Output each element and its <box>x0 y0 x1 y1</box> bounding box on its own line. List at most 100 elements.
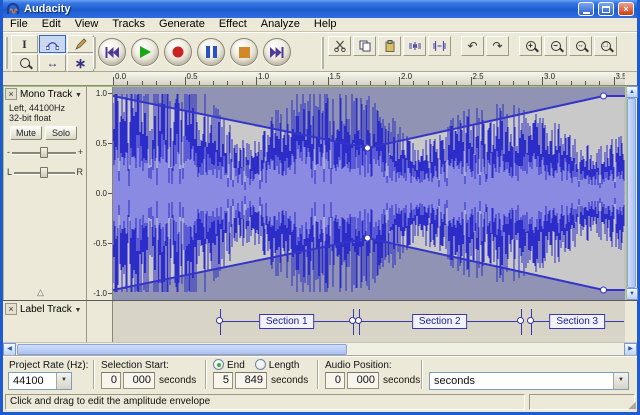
vertical-scroll-thumb[interactable] <box>627 98 636 288</box>
record-button[interactable] <box>164 38 192 66</box>
zoom-out-button[interactable]: − <box>544 36 567 56</box>
label-track-area[interactable]: Section 1 Section 2 Section 3 <box>113 301 625 342</box>
waveform-display[interactable] <box>113 86 625 300</box>
draw-tool-button[interactable] <box>67 35 94 53</box>
undo-button[interactable]: ↶ <box>461 36 484 56</box>
vertical-scrollbar[interactable]: ▲ ▼ <box>625 86 637 300</box>
length-radio[interactable]: Length <box>255 359 300 371</box>
resize-grip-icon[interactable]: ◢ <box>628 401 636 411</box>
menu-effect[interactable]: Effect <box>212 18 254 31</box>
menu-file[interactable]: File <box>3 18 35 31</box>
tools-toolbar-gripper[interactable] <box>5 37 8 69</box>
track-collapse-icon[interactable]: △ <box>37 287 44 298</box>
redo-button[interactable]: ↷ <box>486 36 509 56</box>
fit-project-icon: □ <box>601 41 611 51</box>
fit-selection-button[interactable]: ↔ <box>569 36 592 56</box>
copy-icon <box>359 40 371 52</box>
chevron-down-icon: ▼ <box>75 92 82 99</box>
paste-button[interactable] <box>378 36 401 56</box>
menu-analyze[interactable]: Analyze <box>254 18 307 31</box>
timeline-tick <box>285 81 286 85</box>
pan-slider[interactable] <box>14 167 74 178</box>
minimize-icon[interactable] <box>578 2 594 16</box>
label-track-ruler-gap <box>87 301 113 343</box>
track-format-info: 32-bit float <box>9 113 51 123</box>
end-radio-icon[interactable] <box>213 359 224 370</box>
amplitude-label: -0.5 <box>93 239 107 248</box>
label-track-close-button[interactable]: × <box>5 303 17 315</box>
pan-slider-thumb[interactable] <box>40 167 48 178</box>
menu-edit[interactable]: Edit <box>35 18 68 31</box>
label-handle[interactable] <box>355 317 362 324</box>
track-title-menu[interactable]: Mono Track ▼ <box>20 89 82 100</box>
label-handle[interactable] <box>216 317 223 324</box>
combo-arrow-icon[interactable]: ▼ <box>56 373 71 389</box>
solo-button[interactable]: Solo <box>45 126 77 140</box>
combo-arrow-icon[interactable]: ▼ <box>613 373 628 389</box>
fit-project-button[interactable]: □ <box>594 36 617 56</box>
selection-tool-button[interactable]: I <box>11 35 38 53</box>
stop-button[interactable] <box>230 38 258 66</box>
pause-button[interactable] <box>197 38 225 66</box>
close-icon[interactable]: × <box>618 2 634 16</box>
timeline-label: 0.0 <box>115 72 126 81</box>
timeline-tick <box>199 81 200 85</box>
skip-to-end-button[interactable] <box>263 38 291 66</box>
label-handle[interactable] <box>527 317 534 324</box>
edit-toolbar-gripper[interactable] <box>321 37 324 69</box>
timeline-tick <box>528 81 529 85</box>
menu-view[interactable]: View <box>68 18 106 31</box>
transport-toolbar-gripper[interactable] <box>93 37 96 69</box>
scroll-right-icon[interactable]: ▶ <box>624 343 637 356</box>
label[interactable]: Section 1 <box>259 314 315 329</box>
audio-position-ms-field[interactable]: 000 <box>347 372 379 389</box>
timeline-label: 3.0 <box>544 72 555 81</box>
maximize-icon[interactable] <box>598 2 614 16</box>
skip-to-start-button[interactable] <box>98 38 126 66</box>
project-rate-combo[interactable]: 44100 ▼ <box>8 372 72 390</box>
audio-position-sec-field[interactable]: 0 <box>325 372 345 389</box>
envelope-tool-button[interactable] <box>39 35 66 53</box>
horizontal-scrollbar[interactable]: ◀ ▶ <box>3 342 637 356</box>
copy-button[interactable] <box>353 36 376 56</box>
timeline-ruler[interactable]: 0.00.51.01.52.02.53.03.5 <box>113 72 625 86</box>
zoom-tool-button[interactable] <box>11 54 38 72</box>
paste-icon <box>384 40 396 52</box>
track-control-panel: × Mono Track ▼ Left, 44100Hz 32-bit floa… <box>3 86 87 300</box>
redo-icon: ↷ <box>492 39 502 53</box>
play-button[interactable] <box>131 38 159 66</box>
multi-tool-button[interactable]: ∗ <box>67 54 94 72</box>
mute-button[interactable]: Mute <box>10 126 42 140</box>
length-radio-icon[interactable] <box>255 359 266 370</box>
horizontal-scroll-thumb[interactable] <box>17 344 347 355</box>
scroll-down-icon[interactable]: ▼ <box>626 288 638 300</box>
end-length-radios: End Length <box>213 359 299 371</box>
end-radio[interactable]: End <box>213 359 245 371</box>
amplitude-label: 1.0 <box>96 89 107 98</box>
selection-end-ms-field[interactable]: 849 <box>235 372 267 389</box>
label[interactable]: Section 3 <box>549 314 605 329</box>
trim-button[interactable] <box>403 36 426 56</box>
scroll-up-icon[interactable]: ▲ <box>626 86 638 98</box>
gain-slider[interactable] <box>12 147 76 158</box>
silence-button[interactable] <box>428 36 451 56</box>
label-track-title-menu[interactable]: Label Track ▼ <box>20 304 81 315</box>
timeshift-tool-button[interactable]: ↔ <box>39 54 66 72</box>
label-handle[interactable] <box>517 317 524 324</box>
selection-start-sec-field[interactable]: 0 <box>101 372 121 389</box>
audio-position-unit: seconds <box>383 375 420 386</box>
scroll-left-icon[interactable]: ◀ <box>3 343 16 356</box>
label[interactable]: Section 2 <box>412 314 468 329</box>
selection-start-ms-field[interactable]: 000 <box>123 372 155 389</box>
menu-tracks[interactable]: Tracks <box>105 18 152 31</box>
cut-button[interactable] <box>328 36 351 56</box>
zoom-in-button[interactable]: + <box>519 36 542 56</box>
timeline-tick <box>213 81 214 85</box>
gain-slider-thumb[interactable] <box>40 147 48 158</box>
selection-format-combo[interactable]: seconds ▼ <box>429 372 629 390</box>
selection-end-sec-field[interactable]: 5 <box>213 372 233 389</box>
menu-help[interactable]: Help <box>307 18 344 31</box>
track-close-button[interactable]: × <box>5 88 17 100</box>
status-bar: Click and drag to edit the amplitude env… <box>3 392 637 412</box>
menu-generate[interactable]: Generate <box>152 18 212 31</box>
